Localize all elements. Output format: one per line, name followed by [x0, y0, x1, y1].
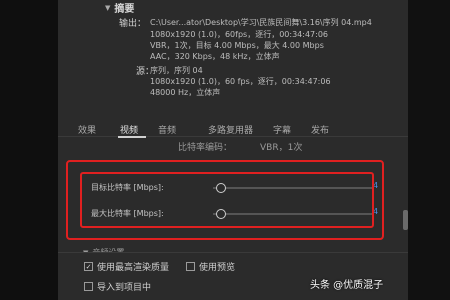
output-line: C:\User...ator\Desktop\学习\民族民间舞\3.16\序列 … — [150, 18, 372, 27]
import-into-project-option[interactable]: 导入到项目中 — [84, 280, 151, 293]
summary-title: 摘要 — [114, 4, 135, 15]
bitrate-encoding-label: 比特率编码： — [178, 143, 233, 153]
max-render-quality-label: 使用最高渲染质量 — [97, 263, 170, 273]
use-previews-label: 使用预览 — [199, 263, 236, 273]
export-settings-window: ▼ 摘要 输出： C:\User...ator\Desktop\学习\民族民间舞… — [0, 0, 450, 300]
settings-scrollbar[interactable] — [403, 210, 408, 230]
bitrate-encoding-row[interactable]: 比特率编码： VBR，1次 — [178, 140, 302, 153]
highlight-inner-box — [80, 172, 374, 228]
import-into-project-checkbox[interactable] — [84, 282, 93, 291]
import-into-project-label: 导入到项目中 — [97, 283, 152, 293]
settings-tab-bar: 效果 视频 音频 多路复用器 字幕 发布 — [58, 121, 408, 137]
tab-captions[interactable]: 字幕 — [273, 123, 291, 136]
tab-video[interactable]: 视频 — [120, 123, 138, 136]
source-line: 1080x1920 (1.0)，60 fps，逐行，00:34:47:06 — [150, 77, 331, 86]
collapse-triangle-icon[interactable]: ▼ — [105, 4, 110, 12]
output-line: 1080x1920 (1.0)，60fps，逐行，00:34:47:06 — [150, 30, 329, 39]
max-render-quality-checkbox[interactable]: ✓ — [84, 262, 93, 271]
right-edge-area — [408, 0, 450, 300]
use-previews-checkbox[interactable] — [186, 262, 195, 271]
source-line: 48000 Hz，立体声 — [150, 88, 221, 97]
tab-publish[interactable]: 发布 — [311, 123, 329, 136]
watermark: 头条 @优质混子 — [310, 280, 384, 291]
source-line: 序列，序列 04 — [150, 66, 203, 75]
summary-header[interactable]: ▼ 摘要 — [105, 0, 135, 16]
use-previews-option[interactable]: 使用预览 — [186, 260, 235, 273]
tab-audio[interactable]: 音频 — [158, 123, 176, 136]
max-render-quality-option[interactable]: ✓ 使用最高渲染质量 — [84, 260, 169, 273]
left-preview-area — [0, 0, 58, 300]
output-line: AAC，320 Kbps，48 kHz，立体声 — [150, 52, 280, 61]
tab-multiplexer[interactable]: 多路复用器 — [208, 123, 253, 136]
tab-effects[interactable]: 效果 — [78, 123, 96, 136]
output-label: 输出： — [119, 19, 147, 29]
bitrate-encoding-value[interactable]: VBR，1次 — [260, 143, 302, 153]
output-line: VBR，1次，目标 4.00 Mbps，最大 4.00 Mbps — [150, 41, 324, 50]
